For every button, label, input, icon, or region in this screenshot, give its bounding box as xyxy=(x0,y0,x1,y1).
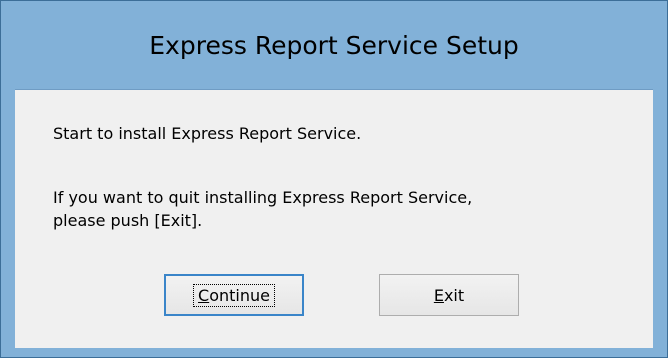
install-message: Start to install Express Report Service. xyxy=(53,124,362,143)
exit-label-rest: xit xyxy=(443,285,465,305)
continue-mnemonic: C xyxy=(198,285,210,305)
exit-button-label: Exit xyxy=(434,286,464,305)
dialog-body: Start to install Express Report Service.… xyxy=(15,89,653,348)
exit-button[interactable]: Exit xyxy=(379,274,519,316)
dialog-title: Express Report Service Setup xyxy=(149,30,519,60)
continue-label-rest: ontinue xyxy=(209,285,270,305)
dialog-title-bar: Express Report Service Setup xyxy=(1,1,667,89)
continue-button[interactable]: Continue xyxy=(164,274,304,316)
continue-button-label: Continue xyxy=(193,283,275,307)
quit-instruction-line2: please push [Exit]. xyxy=(53,211,203,230)
exit-mnemonic: E xyxy=(433,285,444,305)
quit-instruction-line1: If you want to quit installing Express R… xyxy=(53,188,473,207)
setup-dialog: Express Report Service Setup Start to in… xyxy=(0,0,668,358)
